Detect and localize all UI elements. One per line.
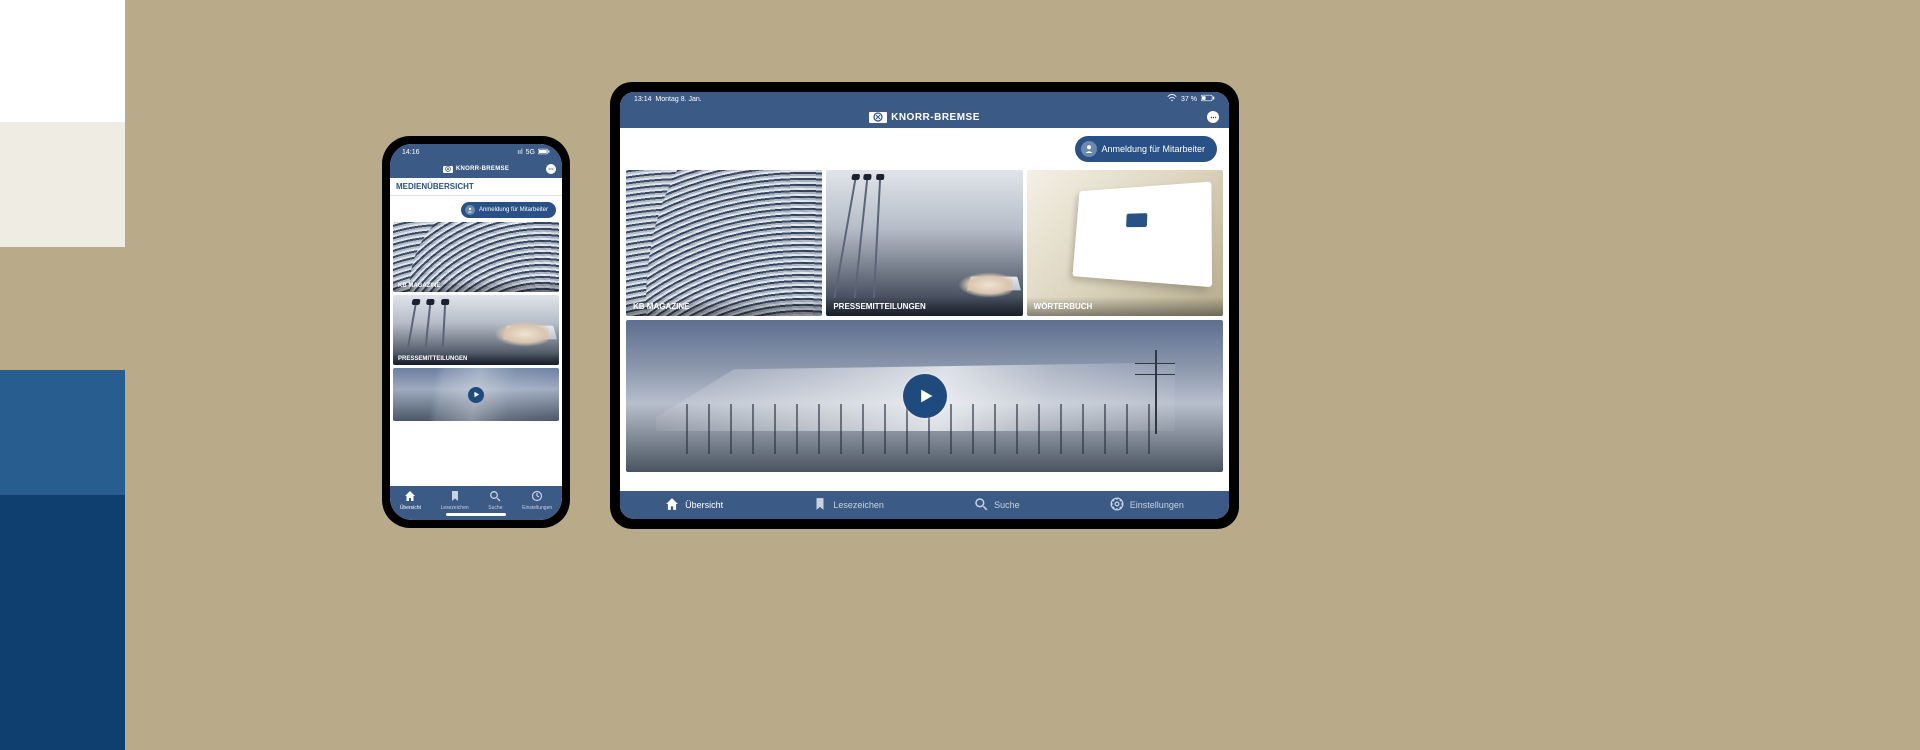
tab-suche[interactable]: Suche bbox=[488, 490, 502, 511]
tablet-content: Anmeldung für Mitarbeiter KB MAGAZINE PR… bbox=[620, 128, 1229, 491]
tab-einstellungen[interactable]: Einstellungen bbox=[1110, 497, 1184, 513]
tab-uebersicht[interactable]: Übersicht bbox=[665, 497, 723, 513]
brand-logo: KNORR-BREMSE bbox=[443, 166, 509, 173]
more-button[interactable] bbox=[546, 164, 556, 174]
phone-status-network: 5G bbox=[526, 149, 535, 156]
login-label: Anmeldung für Mitarbeiter bbox=[1101, 144, 1205, 154]
tab-label: Lesezeichen bbox=[833, 500, 884, 510]
tablet-status-bar: 13:14 Montag 8. Jan. 37 % bbox=[620, 92, 1229, 106]
tablet-status-date: Montag 8. Jan. bbox=[655, 96, 701, 103]
bookmark-icon bbox=[813, 497, 827, 513]
tile-label: PRESSEMITTEILUNGEN bbox=[393, 353, 559, 365]
settings-icon bbox=[1110, 497, 1124, 513]
play-icon bbox=[468, 387, 484, 403]
brand-name: KNORR-BREMSE bbox=[891, 112, 980, 123]
tablet-app-header: KNORR-BREMSE bbox=[620, 106, 1229, 128]
search-icon bbox=[974, 497, 988, 513]
tab-einstellungen[interactable]: Einstellungen bbox=[522, 490, 552, 511]
login-label: Anmeldung für Mitarbeiter bbox=[479, 207, 548, 213]
user-icon bbox=[1081, 141, 1097, 157]
tile-label: WÖRTERBUCH bbox=[1027, 297, 1223, 316]
more-button[interactable] bbox=[1207, 111, 1219, 123]
phone-tab-bar: Übersicht Lesezeichen Suche Einstellunge… bbox=[390, 486, 562, 520]
tile-video[interactable] bbox=[626, 320, 1223, 472]
tab-label: Einstellungen bbox=[522, 505, 552, 511]
bg-block-white bbox=[0, 0, 125, 122]
tab-label: Einstellungen bbox=[1130, 500, 1184, 510]
tile-video[interactable] bbox=[393, 368, 559, 421]
tile-pressemitteilungen[interactable]: PRESSEMITTEILUNGEN bbox=[393, 295, 559, 365]
tab-lesezeichen[interactable]: Lesezeichen bbox=[441, 490, 469, 511]
tile-pressemitteilungen[interactable]: PRESSEMITTEILUNGEN bbox=[826, 170, 1022, 316]
bookmark-icon bbox=[449, 490, 461, 504]
tab-suche[interactable]: Suche bbox=[974, 497, 1020, 513]
login-row: Anmeldung für Mitarbeiter bbox=[624, 128, 1225, 170]
brand-name: KNORR-BREMSE bbox=[456, 166, 509, 172]
tablet-device-frame: 13:14 Montag 8. Jan. 37 % KNORR-BREMSE A… bbox=[610, 82, 1239, 529]
tablet-status-time: 13:14 bbox=[634, 96, 652, 103]
home-icon bbox=[404, 490, 416, 504]
employee-login-button[interactable]: Anmeldung für Mitarbeiter bbox=[461, 202, 556, 218]
tab-label: Übersicht bbox=[400, 505, 421, 511]
bg-block-blue-dark bbox=[0, 495, 125, 750]
settings-icon bbox=[531, 490, 543, 504]
wifi-icon bbox=[1167, 94, 1177, 104]
phone-content: MEDIENÜBERSICHT Anmeldung für Mitarbeite… bbox=[390, 178, 562, 486]
tile-label: PRESSEMITTEILUNGEN bbox=[826, 297, 1022, 316]
employee-login-button[interactable]: Anmeldung für Mitarbeiter bbox=[1075, 136, 1217, 162]
tablet-tile-grid: KB MAGAZINE PRESSEMITTEILUNGEN WÖRTERBUC… bbox=[624, 170, 1225, 316]
phone-device-frame: 14:16 ııl 5G KNORR-BREMSE MEDIENÜBERSICH… bbox=[382, 136, 570, 528]
tile-kb-magazine[interactable]: KB MAGAZINE bbox=[393, 222, 559, 292]
home-icon bbox=[665, 497, 679, 513]
brand-logo: KNORR-BREMSE bbox=[869, 112, 980, 123]
battery-icon bbox=[538, 148, 550, 157]
phone-app-header: KNORR-BREMSE bbox=[390, 160, 562, 178]
tile-label: KB MAGAZINE bbox=[626, 297, 822, 316]
play-icon bbox=[903, 374, 947, 418]
search-icon bbox=[489, 490, 501, 504]
tab-uebersicht[interactable]: Übersicht bbox=[400, 490, 421, 511]
bg-block-blue-mid bbox=[0, 370, 125, 495]
section-title: MEDIENÜBERSICHT bbox=[390, 178, 562, 196]
brand-logo-icon bbox=[1126, 213, 1147, 227]
tablet-tab-bar: Übersicht Lesezeichen Suche Einstellunge… bbox=[620, 491, 1229, 519]
brand-logo-icon bbox=[869, 112, 887, 123]
phone-status-time: 14:16 bbox=[402, 149, 420, 156]
phone-status-signal-icon: ııl bbox=[517, 149, 522, 156]
tile-label: KB MAGAZINE bbox=[393, 280, 559, 292]
tab-lesezeichen[interactable]: Lesezeichen bbox=[813, 497, 884, 513]
phone-status-bar: 14:16 ııl 5G bbox=[390, 144, 562, 160]
bg-block-cream bbox=[0, 122, 125, 247]
battery-icon bbox=[1201, 94, 1215, 104]
user-icon bbox=[465, 205, 475, 215]
tab-label: Suche bbox=[488, 505, 502, 511]
phone-screen: 14:16 ııl 5G KNORR-BREMSE MEDIENÜBERSICH… bbox=[390, 144, 562, 520]
tab-label: Übersicht bbox=[685, 500, 723, 510]
tab-label: Suche bbox=[994, 500, 1020, 510]
tablet-screen: 13:14 Montag 8. Jan. 37 % KNORR-BREMSE A… bbox=[620, 92, 1229, 519]
brand-logo-icon bbox=[443, 166, 453, 173]
tablet-status-battery: 37 % bbox=[1181, 96, 1197, 103]
tile-kb-magazine[interactable]: KB MAGAZINE bbox=[626, 170, 822, 316]
tab-label: Lesezeichen bbox=[441, 505, 469, 511]
login-row: Anmeldung für Mitarbeiter bbox=[390, 196, 562, 222]
tile-woerterbuch[interactable]: WÖRTERBUCH bbox=[1027, 170, 1223, 316]
